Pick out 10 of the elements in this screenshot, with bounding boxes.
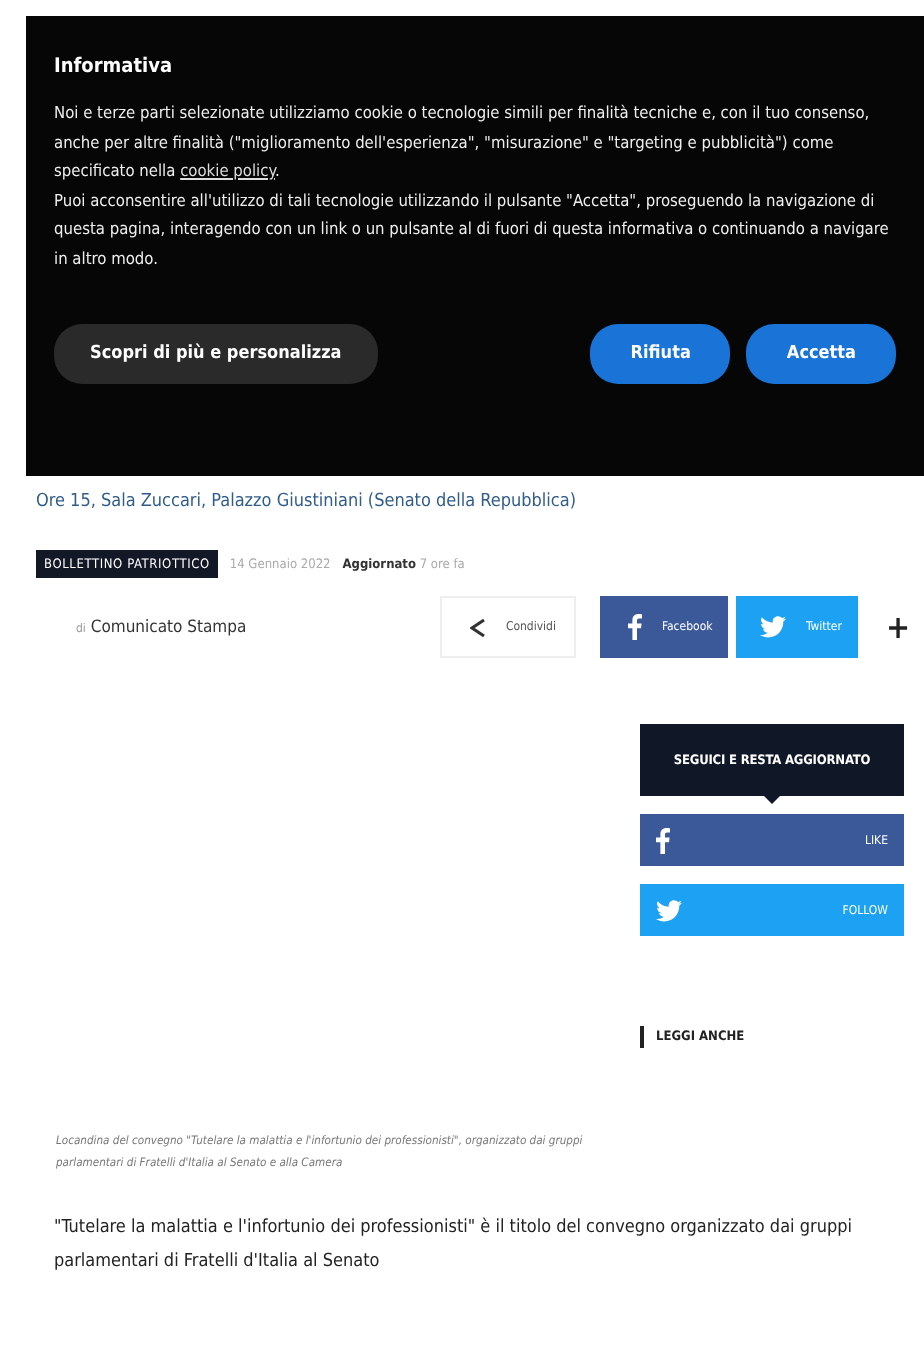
consent-text: Noi e terze parti selezionate utilizziamo cookie o tecnologie simili per finalità tecniche e, con il tuo consenso, anche per altre finalità ("miglioramento dell'esperienza", "misurazione" e "targeting e pubblicità") come specificato nella cookie policy.: [54, 100, 872, 184]
article-subtitle: Ore 15, Sala Zuccari, Palazzo Giustiniani (Senato della Repubblica): [36, 492, 578, 512]
customize-button[interactable]: Scopri di più e personalizza: [54, 324, 378, 384]
consent-text: Puoi acconsentire all'utilizzo di tali tecnologie utilizzando il pulsante "Accetta", proseguendo la navigazione di questa pagina, interagendo con un link o un pulsante al di fuori di questa informativa o continuando a navigare in altro modo.: [54, 187, 891, 271]
choice-button[interactable]: Rifiuta: [590, 324, 731, 384]
choice-button[interactable]: Accetta: [746, 324, 896, 384]
more-share-button[interactable]: +: [885, 596, 910, 658]
banner-title: Informativa: [54, 56, 175, 78]
article-paragraph: "Tutelare la malattia e l'infortunio dei professionisti" è il titolo del convegno organizzato dai gruppi parlamentari di Fratelli d'Italia al Senato: [54, 1215, 854, 1276]
cookie-policy-link[interactable]: cookie policy: [180, 160, 275, 180]
